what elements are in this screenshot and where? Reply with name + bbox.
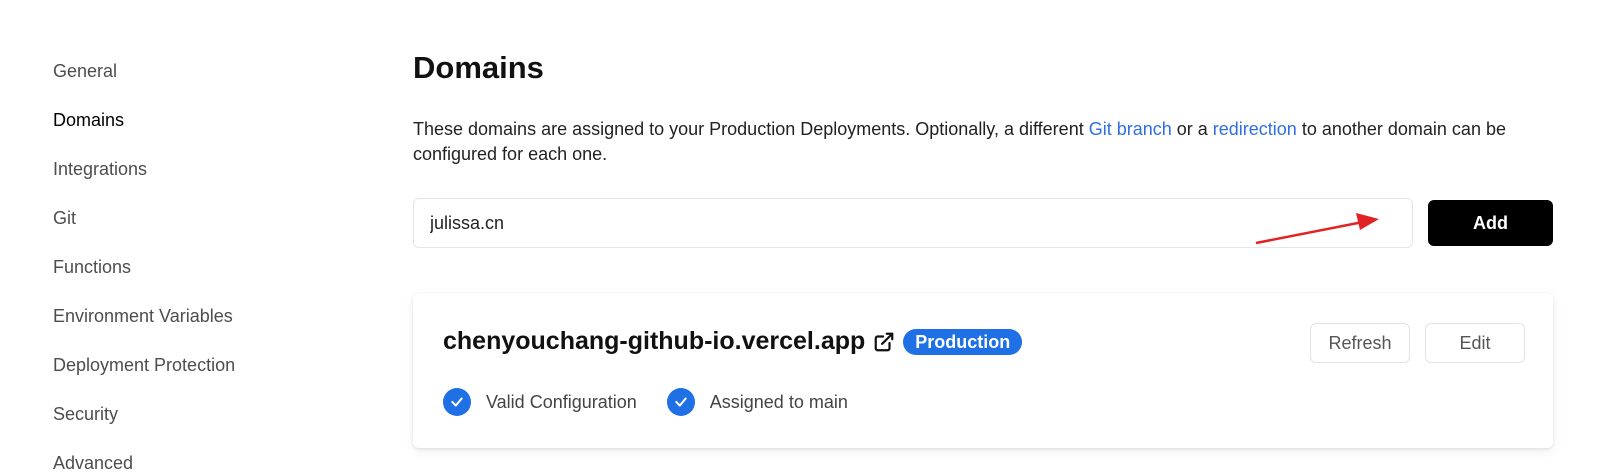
status-label: Assigned to main [709,391,848,412]
page: General Domains Integrations Git Functio… [0,0,1606,473]
external-link-icon[interactable] [873,331,895,353]
sidebar-item-git[interactable]: Git [53,206,76,230]
redirection-link[interactable]: redirection [1213,119,1297,139]
status-valid-configuration: Valid Configuration [443,388,637,416]
sidebar-item-advanced[interactable]: Advanced [53,451,133,473]
page-title: Domains [413,50,544,85]
domains-description: These domains are assigned to your Produ… [413,117,1553,167]
check-circle-icon [443,388,471,416]
description-text: These domains are assigned to your Produ… [413,119,1089,139]
domain-header: chenyouchang-github-io.vercel.app Produc… [443,327,1023,356]
status-assigned-to-main: Assigned to main [666,388,848,416]
domain-card: chenyouchang-github-io.vercel.app Produc… [413,293,1553,448]
sidebar-item-deployment-protection[interactable]: Deployment Protection [53,353,235,377]
domain-name: chenyouchang-github-io.vercel.app [443,327,866,355]
sidebar-item-integrations[interactable]: Integrations [53,157,147,181]
sidebar-item-environment-variables[interactable]: Environment Variables [53,304,233,328]
git-branch-link[interactable]: Git branch [1089,119,1172,139]
refresh-button[interactable]: Refresh [1310,323,1410,363]
sidebar-item-general[interactable]: General [53,59,117,83]
domain-input[interactable] [413,198,1413,248]
check-circle-icon [666,388,695,416]
sidebar-item-domains[interactable]: Domains [53,108,124,132]
add-domain-button[interactable]: Add [1428,200,1553,246]
description-text: or a [1171,119,1213,139]
sidebar-item-security[interactable]: Security [53,402,118,426]
status-label: Valid Configuration [486,391,637,412]
status-row: Valid Configuration Assigned to main [443,388,878,416]
edit-button[interactable]: Edit [1425,323,1525,363]
sidebar-item-functions[interactable]: Functions [53,255,131,279]
production-badge: Production [903,328,1023,355]
